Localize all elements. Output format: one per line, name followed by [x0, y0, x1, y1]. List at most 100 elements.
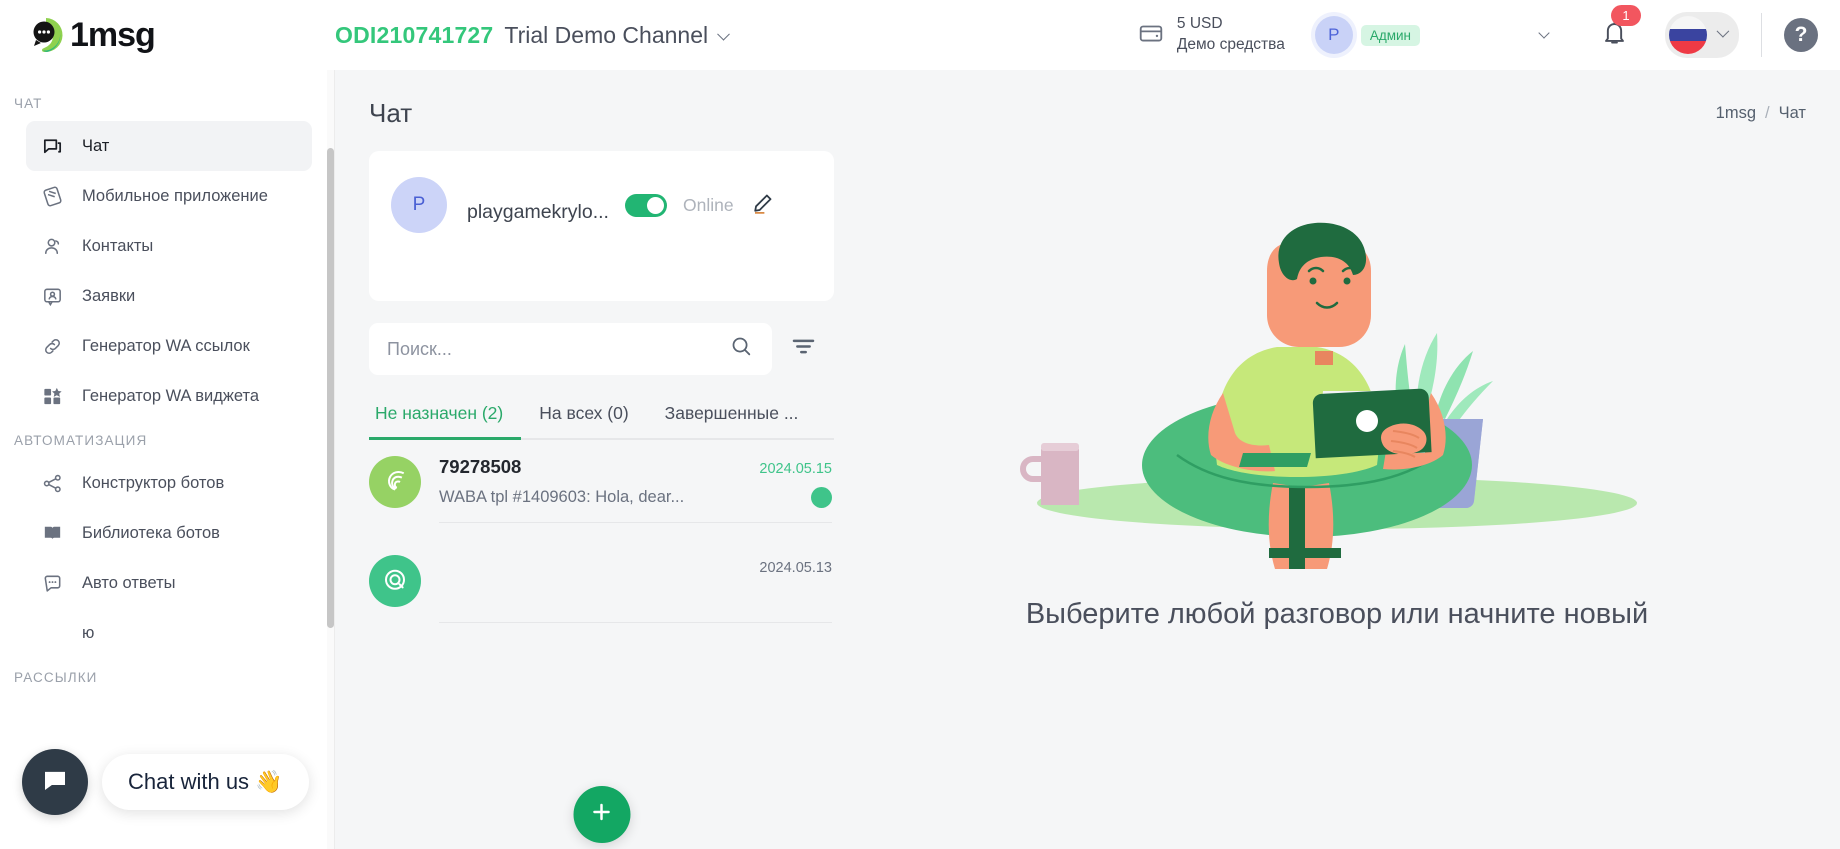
sidebar-item-mobile-app[interactable]: Мобильное приложение — [26, 171, 312, 221]
conversation-date: 2024.05.13 — [759, 560, 832, 576]
wallet-icon — [1138, 20, 1164, 51]
online-toggle[interactable] — [624, 194, 667, 217]
sidebar-item-label: Генератор WA виджета — [82, 386, 260, 405]
conversation-name — [439, 555, 444, 577]
breadcrumb-current: Чат — [1778, 104, 1806, 122]
sidebar-item-label: Библиотека ботов — [82, 523, 220, 542]
tab-unassigned[interactable]: Не назначен (2) — [369, 391, 522, 440]
sidebar-item-wa-widget-generator[interactable]: Генератор WA виджета — [26, 371, 312, 421]
chevron-down-icon — [717, 27, 730, 41]
tab-completed[interactable]: Завершенные ... — [647, 391, 817, 438]
empty-state-text: Выберите любой разговор или начните новы… — [1025, 598, 1649, 630]
sidebar-item-label: Контакты — [82, 236, 154, 255]
sidebar-item-label: Генератор WA ссылок — [82, 336, 250, 355]
list-item-body: 79278508 2024.05.15 WABA tpl #1409603: H… — [439, 456, 832, 523]
sidebar-section-automation: АВТОМАТИЗАЦИЯ — [14, 433, 148, 448]
sidebar-item-wa-link-generator[interactable]: Генератор WA ссылок — [26, 321, 312, 371]
search-input[interactable] — [387, 338, 729, 360]
body: ЧАТ Чат Мобильное приложение Контакты За… — [0, 70, 1840, 849]
avatar: P — [391, 177, 447, 233]
spiral-avatar-icon — [369, 456, 421, 508]
search-icon[interactable] — [729, 334, 754, 364]
sidebar-section-chat: ЧАТ — [14, 96, 43, 111]
unread-indicator — [811, 487, 832, 508]
list-item-body: 2024.05.13 — [439, 555, 832, 623]
book-icon — [40, 521, 64, 545]
brand-logo[interactable]: 1msg — [0, 15, 335, 55]
requests-icon — [40, 284, 64, 308]
chat-bubble-logo-icon — [26, 15, 66, 55]
auto-reply-icon — [40, 571, 64, 595]
conversation-date: 2024.05.15 — [759, 461, 832, 477]
channel-id: ODI210741727 — [335, 21, 494, 48]
channel-name: Trial Demo Channel — [504, 21, 709, 48]
share-nodes-icon — [40, 471, 64, 495]
new-conversation-button[interactable] — [573, 786, 630, 843]
divider — [1761, 13, 1762, 57]
filter-button[interactable] — [772, 333, 834, 365]
sidebar-item-bot-constructor[interactable]: Конструктор ботов — [26, 458, 312, 508]
chat-widget-button[interactable] — [22, 749, 88, 815]
profile-name: playgamekrylo... — [467, 201, 609, 223]
online-status-label: Online — [682, 195, 734, 215]
chevron-down-icon[interactable] — [1538, 27, 1550, 39]
sidebar-item-label: Мобильное приложение — [82, 186, 268, 205]
plus-icon — [589, 799, 615, 830]
profile-card: P playgamekrylo... Online — [369, 151, 834, 301]
page-title: Чат — [369, 98, 413, 128]
list-item[interactable]: 79278508 2024.05.15 WABA tpl #1409603: H… — [369, 440, 834, 539]
sidebar-item-label: Чат — [82, 136, 110, 155]
link-icon — [40, 334, 64, 358]
empty-state: Выберите любой разговор или начните новы… — [834, 151, 1840, 849]
search-box[interactable] — [369, 323, 772, 375]
app-root: 1msg ODI210741727 Trial Demo Channel 5 U… — [0, 0, 1840, 849]
target-avatar-icon — [369, 555, 421, 607]
sidebar-scrollbar-thumb[interactable] — [327, 148, 334, 628]
help-button[interactable]: ? — [1784, 18, 1818, 52]
sidebar-item-contacts[interactable]: Контакты — [26, 221, 312, 271]
conversation-list: 79278508 2024.05.15 WABA tpl #1409603: H… — [369, 440, 834, 639]
sidebar-item-chat[interactable]: Чат — [26, 121, 312, 171]
conversation-preview: WABA tpl #1409603: Hola, dear... — [439, 488, 685, 506]
user-menu[interactable]: P Админ — [1314, 16, 1420, 54]
avatar: P — [1314, 16, 1353, 54]
sidebar-item-label: Конструктор ботов — [82, 473, 225, 492]
channel-selector[interactable]: ODI210741727 Trial Demo Channel — [335, 21, 730, 49]
tab-all[interactable]: На всех (0) — [521, 391, 646, 438]
chat-icon — [40, 134, 64, 158]
list-item[interactable]: 2024.05.13 — [369, 539, 834, 639]
wallet-balance[interactable]: 5 USD Демо средства — [1138, 14, 1285, 56]
conversation-panel: P playgamekrylo... Online Поиск... Не на… — [369, 151, 834, 849]
chat-widget-icon — [40, 765, 70, 800]
russia-flag-icon — [1669, 16, 1707, 54]
mobile-app-icon — [40, 184, 64, 208]
sidebar-item-label: ю — [82, 623, 95, 642]
chat-widget[interactable]: Chat with us 👋 — [22, 749, 309, 815]
sidebar-item-requests[interactable]: Заявки — [26, 271, 312, 321]
notification-count-badge: 1 — [1611, 5, 1641, 26]
notifications-button[interactable]: 1 — [1600, 5, 1641, 52]
sidebar-item-auto-replies[interactable]: Авто ответы — [26, 558, 312, 608]
sidebar-item-label: Авто ответы — [82, 573, 176, 592]
conversation-tabs: Не назначен (2) На всех (0) Завершенные … — [369, 391, 834, 440]
breadcrumb-separator: / — [1765, 104, 1770, 122]
wallet-amount: 5 USD — [1176, 15, 1223, 33]
wallet-label: Демо средства — [1176, 36, 1285, 53]
conversation-name: 79278508 — [439, 456, 522, 477]
sidebar-scrollbar-track[interactable] — [327, 70, 334, 849]
breadcrumb-root[interactable]: 1msg — [1716, 104, 1756, 123]
top-bar: 1msg ODI210741727 Trial Demo Channel 5 U… — [0, 0, 1840, 70]
sidebar-item-label: Заявки — [82, 286, 136, 305]
language-selector[interactable] — [1665, 12, 1739, 58]
filter-icon — [790, 333, 817, 365]
sidebar-section-broadcasts: РАССЫЛКИ — [14, 670, 98, 685]
hidden-icon — [40, 621, 64, 645]
sidebar-item-bot-library[interactable]: Библиотека ботов — [26, 508, 312, 558]
search-row — [369, 323, 834, 375]
sidebar-item-obscured[interactable]: ю — [26, 608, 312, 658]
pencil-icon[interactable] — [750, 191, 775, 221]
chat-widget-label[interactable]: Chat with us 👋 — [102, 754, 309, 810]
status-badge: Админ — [1360, 24, 1420, 46]
sidebar: ЧАТ Чат Мобильное приложение Контакты За… — [0, 70, 335, 849]
brand-name: 1msg — [70, 15, 156, 54]
